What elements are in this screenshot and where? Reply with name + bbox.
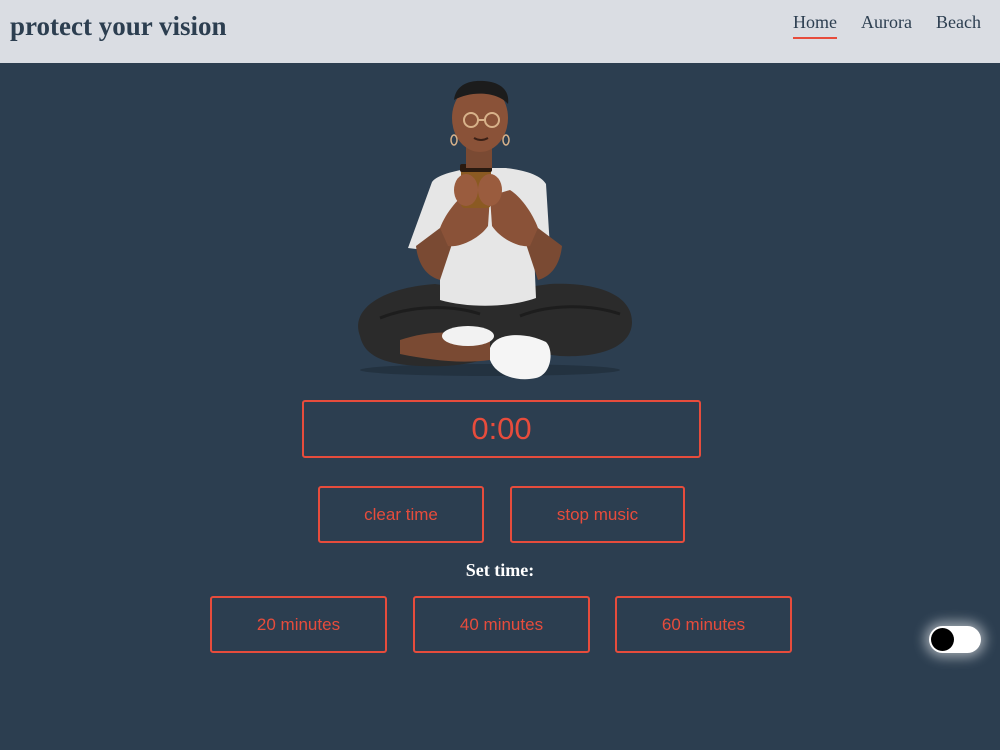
set-20-minutes-button[interactable]: 20 minutes: [210, 596, 387, 653]
site-title[interactable]: protect your vision: [10, 11, 227, 42]
meditating-person-illustration: [358, 80, 632, 380]
theme-toggle[interactable]: [929, 626, 981, 653]
set-time-label: Set time:: [465, 560, 535, 580]
set-60-minutes-button[interactable]: 60 minutes: [615, 596, 792, 653]
nav-link-beach[interactable]: Beach: [936, 12, 981, 39]
nav-link-aurora[interactable]: Aurora: [861, 12, 912, 39]
nav-link-home[interactable]: Home: [793, 12, 838, 39]
set-40-minutes-button[interactable]: 40 minutes: [413, 596, 590, 653]
timer-display: 0:00: [302, 400, 701, 458]
top-navbar: protect your vision Home Aurora Beach: [0, 0, 1000, 63]
main-nav: Home Aurora Beach: [793, 12, 981, 39]
stop-music-button[interactable]: stop music: [510, 486, 685, 543]
clear-time-button[interactable]: clear time: [318, 486, 484, 543]
toggle-knob: [931, 628, 954, 651]
